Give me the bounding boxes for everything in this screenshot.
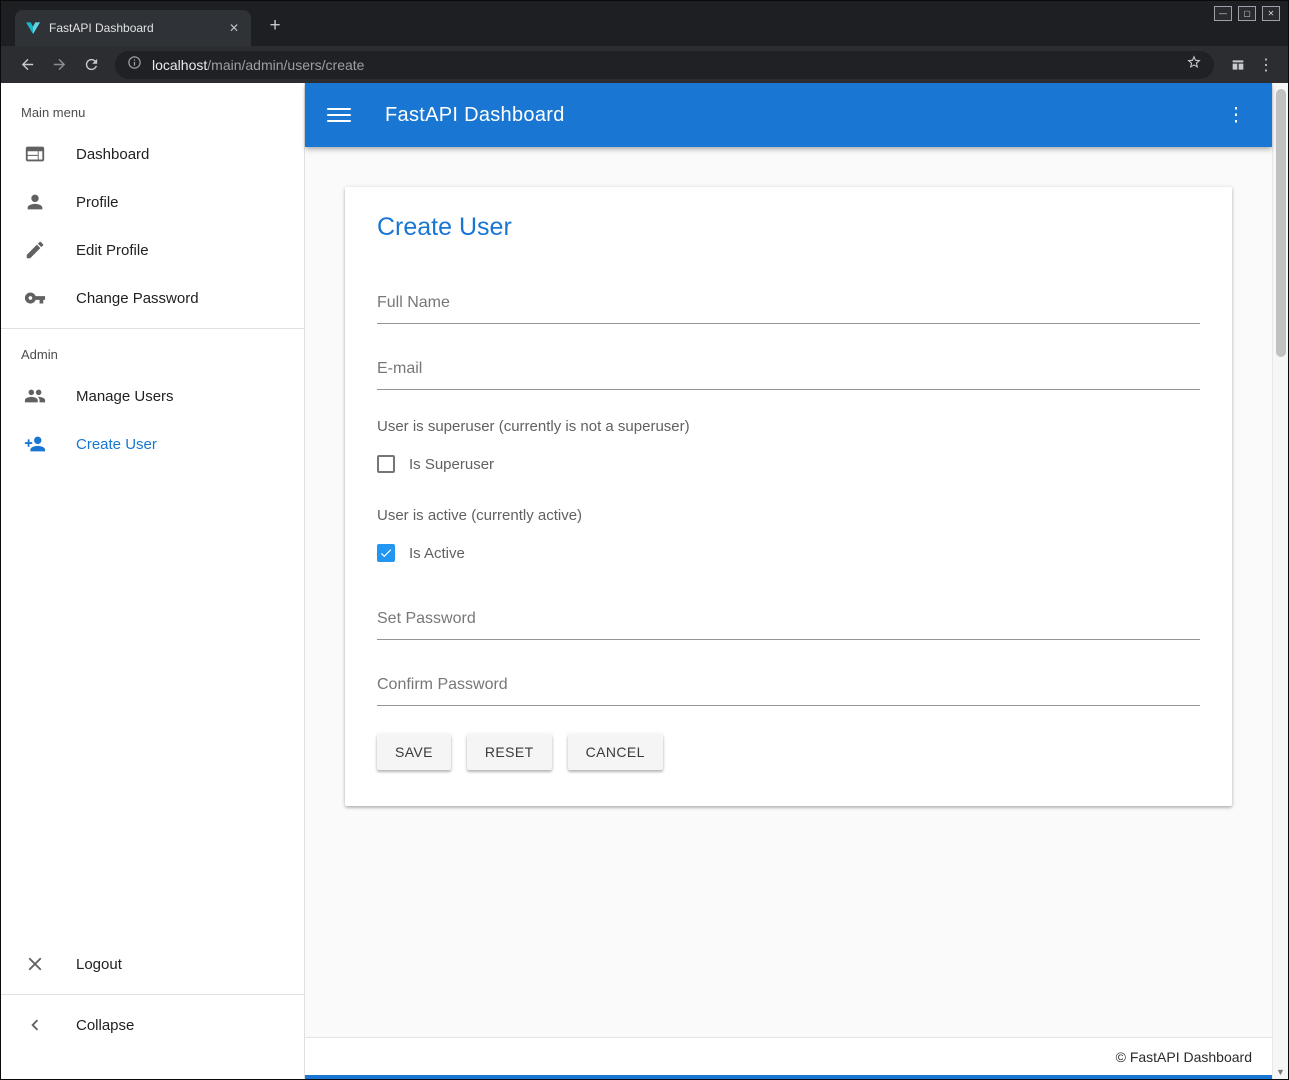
sidebar-item-label: Profile [76,194,119,211]
page-scrollbar[interactable]: ▼ [1272,83,1288,1079]
scrollbar-down-arrow[interactable]: ▼ [1273,1067,1288,1077]
site-info-icon[interactable] [127,55,142,75]
toolbar-right: ⋮ [1222,52,1278,78]
minimize-button[interactable]: — [1214,6,1232,21]
cancel-button[interactable]: CANCEL [568,734,663,770]
key-icon [23,286,47,310]
sidebar-item-profile[interactable]: Profile [1,178,304,226]
sidebar-item-label: Manage Users [76,388,174,405]
address-bar[interactable]: localhost/main/admin/users/create [115,51,1214,79]
sidebar-item-label: Logout [76,956,122,973]
url-text[interactable]: localhost/main/admin/users/create [152,57,1186,73]
forward-arrow-icon [51,56,68,73]
browser-menu-button[interactable]: ⋮ [1254,55,1278,75]
browser-toolbar: localhost/main/admin/users/create ⋮ [1,46,1288,83]
extensions-icon[interactable] [1225,52,1251,78]
browser-tab-bar: FastAPI Dashboard ✕ + — ▢ ✕ [1,1,1288,46]
pencil-icon [23,238,47,262]
sidebar-spacer [1,468,304,940]
back-arrow-icon [19,56,36,73]
sidebar-divider [1,328,304,329]
confirm-password-input[interactable] [377,668,1200,706]
tab-close-icon[interactable]: ✕ [225,19,243,37]
reset-button[interactable]: RESET [467,734,552,770]
superuser-checkbox-label: Is Superuser [409,456,494,473]
page-body: Main menu Dashboard Profile Edit Profile… [1,83,1288,1079]
tab-title: FastAPI Dashboard [49,21,225,35]
forward-button[interactable] [46,52,72,78]
page-title: Create User [377,213,1200,242]
url-host: localhost [152,57,207,73]
bookmark-star-icon[interactable] [1186,54,1202,75]
reload-button[interactable] [78,52,104,78]
dashboard-icon [23,142,47,166]
create-user-card: Create User User is superuser (currently… [345,187,1232,806]
sidebar-item-manage-users[interactable]: Manage Users [1,372,304,420]
person-icon [23,190,47,214]
sidebar-item-create-user[interactable]: Create User [1,420,304,468]
person-add-icon [23,432,47,456]
active-hint: User is active (currently active) [377,507,1200,524]
back-button[interactable] [14,52,40,78]
content-area: Create User User is superuser (currently… [305,147,1272,1037]
superuser-checkbox[interactable] [377,455,395,473]
page-footer: © FastAPI Dashboard [305,1037,1272,1075]
set-password-field-wrap [377,602,1200,640]
email-input[interactable] [377,352,1200,390]
main-column: FastAPI Dashboard ⋮ Create User User is … [305,83,1272,1079]
sidebar: Main menu Dashboard Profile Edit Profile… [1,83,305,1079]
confirm-password-field-wrap [377,668,1200,706]
sidebar-item-logout[interactable]: Logout [1,940,304,988]
sidebar-heading-main-menu: Main menu [1,83,304,130]
superuser-hint: User is superuser (currently is not a su… [377,418,1200,435]
superuser-checkbox-row: Is Superuser [377,455,1200,473]
browser-tab[interactable]: FastAPI Dashboard ✕ [15,10,251,46]
browser-window: FastAPI Dashboard ✕ + — ▢ ✕ localhost/ma… [0,0,1289,1080]
sidebar-item-change-password[interactable]: Change Password [1,274,304,322]
sidebar-divider [1,994,304,995]
sidebar-item-label: Dashboard [76,146,149,163]
sidebar-item-label: Create User [76,436,157,453]
people-icon [23,384,47,408]
hamburger-menu-icon[interactable] [327,103,351,127]
sidebar-item-label: Change Password [76,290,199,307]
active-checkbox[interactable] [377,544,395,562]
set-password-input[interactable] [377,602,1200,640]
vuetify-logo-icon [25,20,41,36]
sidebar-item-edit-profile[interactable]: Edit Profile [1,226,304,274]
sidebar-heading-admin: Admin [1,335,304,372]
form-buttons: SAVE RESET CANCEL [377,734,1200,770]
copyright-text: © FastAPI Dashboard [1116,1049,1252,1065]
scrollbar-thumb[interactable] [1276,89,1286,357]
sidebar-item-dashboard[interactable]: Dashboard [1,130,304,178]
close-button[interactable]: ✕ [1262,6,1280,21]
new-tab-button[interactable]: + [263,14,287,38]
maximize-button[interactable]: ▢ [1238,6,1256,21]
app-bar: FastAPI Dashboard ⋮ [305,83,1272,147]
active-checkbox-row: Is Active [377,544,1200,562]
reload-icon [83,56,100,73]
active-checkbox-label: Is Active [409,545,465,562]
appbar-menu-button[interactable]: ⋮ [1222,104,1250,127]
sidebar-item-label: Edit Profile [76,242,149,259]
appbar-title: FastAPI Dashboard [385,104,565,127]
sidebar-item-label: Collapse [76,1017,134,1034]
url-path: /main/admin/users/create [207,57,364,73]
email-field-wrap [377,352,1200,390]
full-name-input[interactable] [377,286,1200,324]
logout-x-icon [23,952,47,976]
sidebar-item-collapse[interactable]: Collapse [1,1001,304,1049]
window-controls: — ▢ ✕ [1214,6,1280,21]
full-name-field-wrap [377,286,1200,324]
footer-accent-strip [305,1075,1272,1079]
chevron-left-icon [23,1013,47,1037]
save-button[interactable]: SAVE [377,734,451,770]
